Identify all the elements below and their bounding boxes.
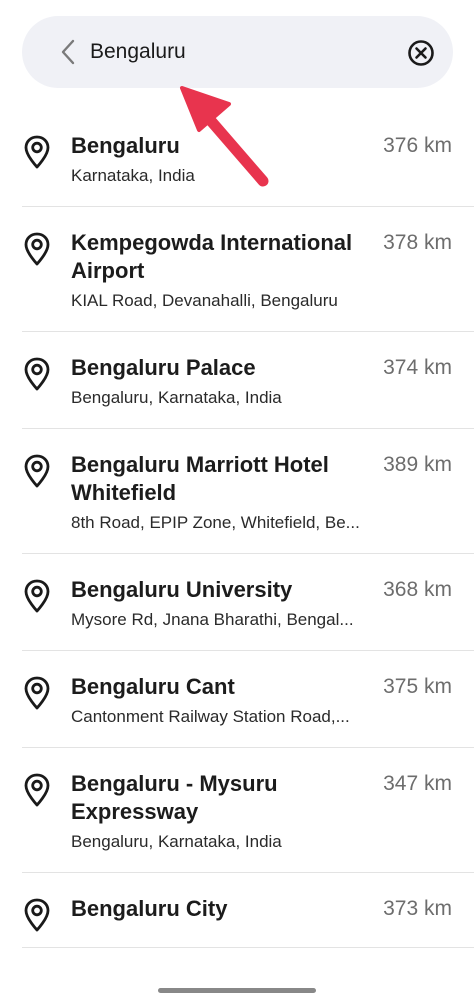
location-pin-icon xyxy=(24,579,50,613)
result-name: Bengaluru xyxy=(71,133,180,158)
result-item[interactable]: Bengaluru Karnataka, India 376 km xyxy=(0,110,474,207)
search-results-list: Bengaluru Karnataka, India 376 km Kempeg… xyxy=(0,110,474,948)
result-distance: 368 km xyxy=(383,578,452,601)
result-item[interactable]: Kempegowda International Airport KIAL Ro… xyxy=(0,207,474,332)
chevron-left-icon xyxy=(61,39,75,65)
search-input[interactable] xyxy=(90,32,390,72)
result-name: Bengaluru Cant xyxy=(71,674,235,699)
result-address: Mysore Rd, Jnana Bharathi, Bengal... xyxy=(71,610,354,629)
close-circle-icon xyxy=(408,40,434,66)
result-address: 8th Road, EPIP Zone, Whitefield, Be... xyxy=(71,513,360,532)
back-button[interactable] xyxy=(54,38,82,66)
location-pin-icon xyxy=(24,773,50,807)
result-distance: 347 km xyxy=(383,772,452,795)
location-pin-icon xyxy=(24,135,50,169)
result-distance: 378 km xyxy=(383,231,452,254)
home-indicator[interactable] xyxy=(158,988,316,993)
result-item[interactable]: Bengaluru Cant Cantonment Railway Statio… xyxy=(0,651,474,748)
location-pin-icon xyxy=(24,232,50,266)
result-address: Karnataka, India xyxy=(71,166,195,185)
result-distance: 374 km xyxy=(383,356,452,379)
result-distance: 389 km xyxy=(383,453,452,476)
result-address: Bengaluru, Karnataka, India xyxy=(71,832,282,851)
result-item[interactable]: Bengaluru University Mysore Rd, Jnana Bh… xyxy=(0,554,474,651)
location-pin-icon xyxy=(24,898,50,932)
result-address: Cantonment Railway Station Road,... xyxy=(71,707,350,726)
result-distance: 375 km xyxy=(383,675,452,698)
result-distance: 373 km xyxy=(383,897,452,920)
result-name: Bengaluru Marriott Hotel Whitefield xyxy=(71,452,329,505)
result-item[interactable]: Bengaluru Palace Bengaluru, Karnataka, I… xyxy=(0,332,474,429)
result-name: Bengaluru University xyxy=(71,577,293,602)
location-pin-icon xyxy=(24,676,50,710)
location-pin-icon xyxy=(24,357,50,391)
result-name: Bengaluru Palace xyxy=(71,355,256,380)
result-name: Kempegowda International Airport xyxy=(71,230,353,283)
result-address: Bengaluru, Karnataka, India xyxy=(71,388,282,407)
result-distance: 376 km xyxy=(383,134,452,157)
result-item[interactable]: Bengaluru - Mysuru Expressway Bengaluru,… xyxy=(0,748,474,873)
location-pin-icon xyxy=(24,454,50,488)
search-bar[interactable] xyxy=(22,16,453,88)
clear-search-button[interactable] xyxy=(407,39,435,67)
result-name: Bengaluru City xyxy=(71,896,228,921)
result-item[interactable]: Bengaluru Marriott Hotel Whitefield 8th … xyxy=(0,429,474,554)
result-address: KIAL Road, Devanahalli, Bengaluru xyxy=(71,291,338,310)
result-item[interactable]: Bengaluru City 373 km xyxy=(0,873,474,948)
result-name: Bengaluru - Mysuru Expressway xyxy=(71,771,278,824)
